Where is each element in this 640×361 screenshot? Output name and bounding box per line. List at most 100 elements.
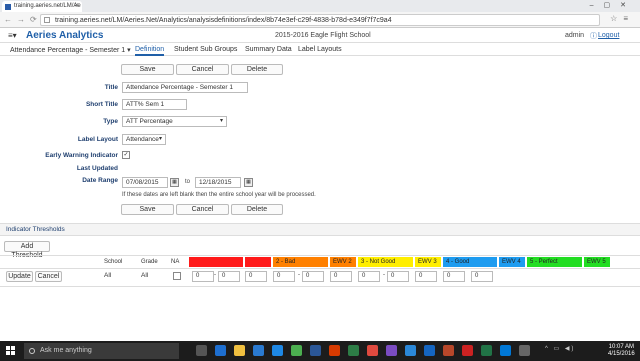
clock[interactable]: 10:07 AM 4/15/2016 [608, 344, 635, 358]
taskbar-search[interactable]: Ask me anything [24, 343, 179, 359]
column-header-na: NA [171, 259, 180, 265]
taskbar: Ask me anything ^ ▭ ◀) 10:07 AM 4/15/201… [0, 341, 640, 361]
column-header-school: School [104, 259, 123, 265]
range-dash: - [214, 272, 216, 278]
row-grade: All [141, 272, 149, 279]
threshold-level-header: 5 - Perfect [527, 257, 582, 267]
app-icon[interactable] [272, 345, 283, 356]
browser-tab[interactable]: training.aeries.net/LM/Ae ✕ [2, 1, 82, 12]
menu-icon[interactable]: ≡▾ [8, 31, 17, 40]
window-controls[interactable]: –▢✕ [590, 1, 636, 9]
user-name: admin [565, 32, 585, 39]
threshold-level-header [189, 257, 243, 267]
type-select[interactable]: ATT Percentage ▾ [122, 116, 227, 127]
edge-icon[interactable] [215, 345, 226, 356]
tab-summary-data[interactable]: Summary Data [245, 46, 292, 53]
app-icon[interactable] [348, 345, 359, 356]
divider [0, 268, 640, 269]
range-dash: - [298, 272, 300, 278]
divider [0, 286, 640, 287]
tab-student-sub-groups[interactable]: Student Sub Groups [174, 46, 237, 53]
threshold-value-input[interactable]: 0 [245, 271, 267, 282]
threshold-value-input[interactable]: 0 [415, 271, 437, 282]
app-icon[interactable] [329, 345, 340, 356]
add-threshold-button[interactable]: Add Threshold [4, 241, 50, 259]
chrome-icon[interactable] [367, 345, 378, 356]
threshold-value-input[interactable]: 0 [218, 271, 240, 282]
task-view-icon[interactable] [196, 345, 207, 356]
section-title-thresholds: Indicator Thresholds [0, 223, 640, 236]
threshold-value-input[interactable]: 0 [273, 271, 295, 282]
app-icon[interactable] [424, 345, 435, 356]
title-label: Title [104, 84, 118, 91]
threshold-level-header: EWV 4 [499, 257, 525, 267]
chevron-down-icon: ▾ [219, 118, 223, 124]
help-icon[interactable]: ⓘ [590, 31, 597, 41]
calendar-icon[interactable]: ▦ [244, 178, 253, 187]
row-school: All [104, 272, 112, 279]
app-icon[interactable] [500, 345, 511, 356]
na-checkbox[interactable] [173, 272, 181, 280]
last-updated-label: Last Updated [76, 165, 118, 172]
tab-label-layouts[interactable]: Label Layouts [298, 46, 342, 53]
delete-button[interactable]: Delete [231, 64, 283, 75]
threshold-level-header: EWV 2 [330, 257, 356, 267]
divider [0, 255, 640, 256]
threshold-value-input[interactable]: 0 [358, 271, 380, 282]
app-icon[interactable] [519, 345, 530, 356]
short-title-field[interactable]: ATT% Sem 1 [122, 99, 187, 110]
search-icon [29, 348, 35, 354]
save-button-bottom[interactable]: Save [121, 204, 174, 215]
app-icon[interactable] [405, 345, 416, 356]
date-to-field[interactable]: 12/18/2015 [195, 177, 241, 188]
threshold-value-input[interactable]: 0 [302, 271, 324, 282]
type-label: Type [103, 118, 118, 125]
cancel-button[interactable]: Cancel [176, 64, 229, 75]
system-tray-icon[interactable]: ^ ▭ ◀) [545, 345, 595, 356]
ewi-label: Early Warning Indicator [45, 152, 118, 159]
app-icon[interactable] [310, 345, 321, 356]
app-icon[interactable] [291, 345, 302, 356]
address-bar-row: ←→⟳ training.aeries.net/LM/Aeries.Net/An… [0, 12, 640, 28]
app-icon[interactable] [443, 345, 454, 356]
app-header: ≡▾ Aeries Analytics 2015-2016 Eagle Flig… [0, 28, 640, 43]
url-text: training.aeries.net/LM/Aeries.Net/Analyt… [55, 17, 392, 24]
short-title-label: Short Title [85, 101, 118, 108]
threshold-value-input[interactable]: 0 [192, 271, 214, 282]
close-tab-icon[interactable]: ✕ [74, 1, 79, 12]
label-layout-select[interactable]: Attendance ▾ [122, 134, 166, 145]
calendar-icon[interactable]: ▦ [170, 178, 179, 187]
threshold-value-input[interactable]: 0 [443, 271, 465, 282]
threshold-level-header: 2 - Bad [273, 257, 328, 267]
windows-start-icon[interactable] [6, 346, 16, 356]
store-icon[interactable] [253, 345, 264, 356]
ewi-checkbox[interactable]: ✓ [122, 151, 130, 159]
threshold-value-input[interactable]: 0 [471, 271, 493, 282]
app-title: Aeries Analytics [26, 30, 104, 41]
analysis-selector[interactable]: Attendance Percentage - Semester 1 ▾ [10, 46, 131, 54]
threshold-value-input[interactable]: 0 [387, 271, 409, 282]
logout-link[interactable]: Logout [598, 32, 619, 39]
threshold-level-header [245, 257, 271, 267]
app-icon[interactable] [481, 345, 492, 356]
tab-definition[interactable]: Definition [135, 46, 165, 56]
cancel-button-bottom[interactable]: Cancel [176, 204, 229, 215]
range-dash: - [383, 272, 385, 278]
threshold-level-header: 3 - Not Good [358, 257, 413, 267]
threshold-value-input[interactable]: 0 [330, 271, 352, 282]
delete-button-bottom[interactable]: Delete [231, 204, 283, 215]
update-button[interactable]: Update [6, 271, 33, 282]
url-input[interactable]: training.aeries.net/LM/Aeries.Net/Analyt… [40, 14, 600, 26]
date-to-word: to [185, 179, 191, 185]
save-button[interactable]: Save [121, 64, 174, 75]
threshold-level-header: 4 - Good [443, 257, 497, 267]
app-icon[interactable] [462, 345, 473, 356]
star-icon[interactable]: ☆≡ [610, 14, 634, 23]
title-field[interactable]: Attendance Percentage - Semester 1 [122, 82, 248, 93]
nav-buttons[interactable]: ←→⟳ [4, 15, 42, 24]
date-from-field[interactable]: 07/08/2015 [122, 177, 168, 188]
explorer-icon[interactable] [234, 345, 245, 356]
app-icon[interactable] [386, 345, 397, 356]
row-cancel-button[interactable]: Cancel [35, 271, 62, 282]
favicon-icon [5, 4, 11, 10]
